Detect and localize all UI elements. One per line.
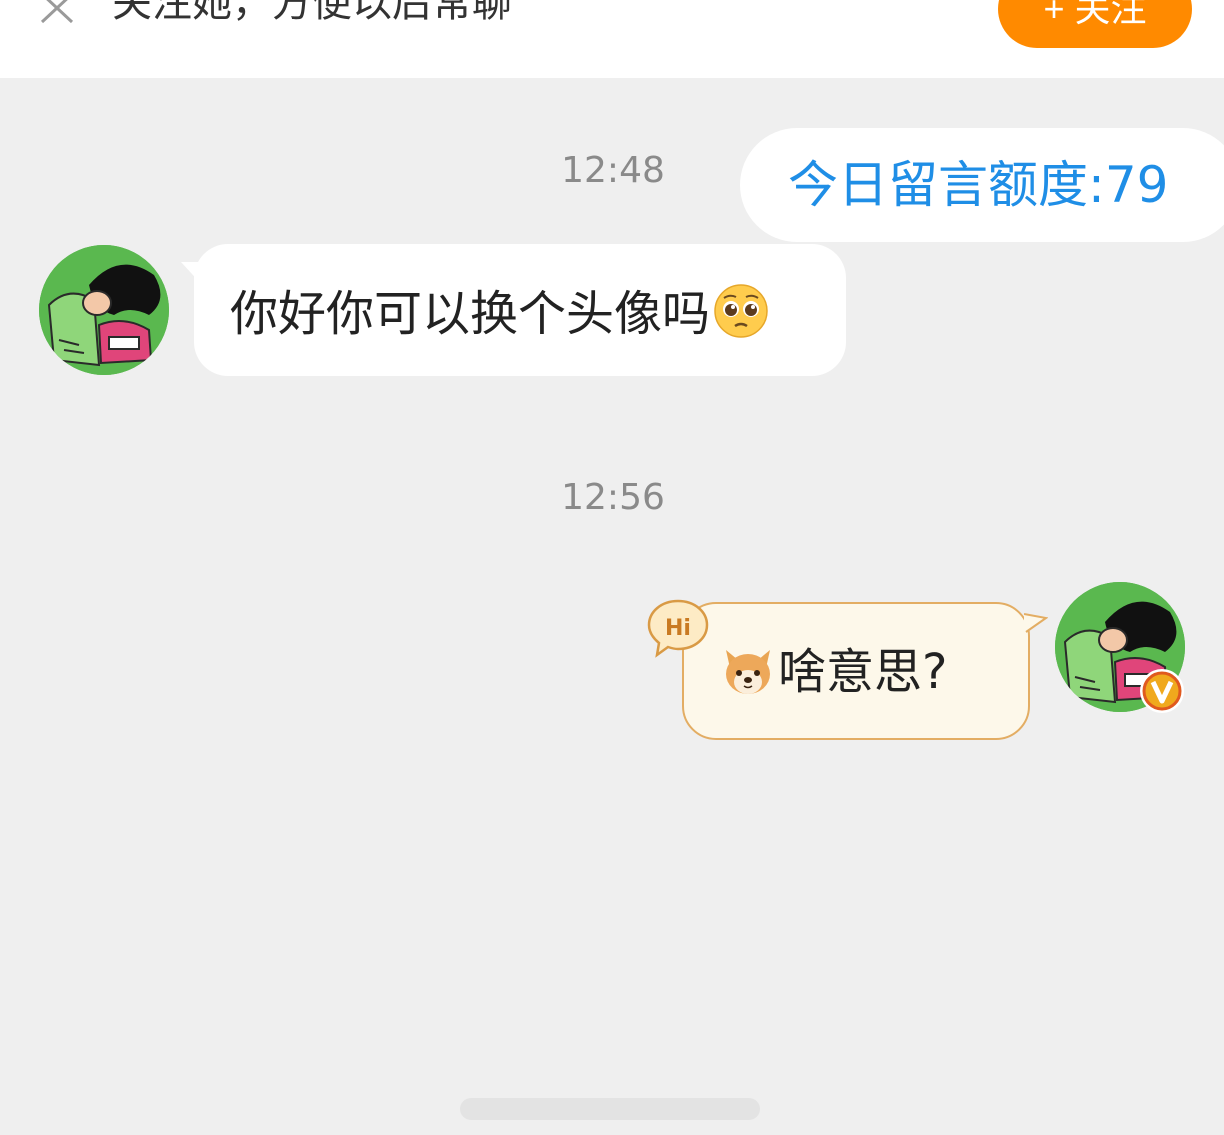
home-indicator[interactable] <box>460 1098 760 1120</box>
outgoing-bubble-tail <box>1024 613 1048 634</box>
timestamp: 12:48 <box>561 150 665 191</box>
outgoing-message-bubble[interactable]: 啥意思? <box>682 602 1030 740</box>
incoming-message-bubble[interactable]: 你好你可以换个头像吗 <box>194 244 846 376</box>
timestamp: 12:56 <box>561 477 665 518</box>
top-bar: 关注她，方便以后常聊 + 关注 <box>0 0 1224 78</box>
quota-bubble: 今日留言额度:79 <box>740 128 1224 242</box>
avatar-illustration <box>39 245 169 375</box>
outgoing-message: 啥意思? <box>720 642 947 701</box>
hi-badge: Hi <box>645 597 711 659</box>
contact-avatar[interactable] <box>39 245 169 375</box>
close-icon[interactable] <box>38 0 78 32</box>
hi-bubble-icon: Hi <box>647 599 709 658</box>
verified-v-icon <box>1140 669 1184 713</box>
shiba-dog-icon <box>726 650 770 694</box>
outgoing-message-text: 啥意思? <box>778 644 948 700</box>
quota-text: 今日留言额度:79 <box>788 156 1169 214</box>
follow-button[interactable]: + 关注 <box>998 0 1192 48</box>
pleading-face-icon <box>714 284 768 338</box>
incoming-message: 你好你可以换个头像吗 <box>230 282 770 343</box>
follow-prompt-text: 关注她，方便以后常聊 <box>112 0 512 26</box>
incoming-message-text: 你好你可以换个头像吗 <box>230 286 711 342</box>
hi-badge-text: Hi <box>665 616 691 641</box>
follow-button-label: + 关注 <box>1043 0 1147 29</box>
